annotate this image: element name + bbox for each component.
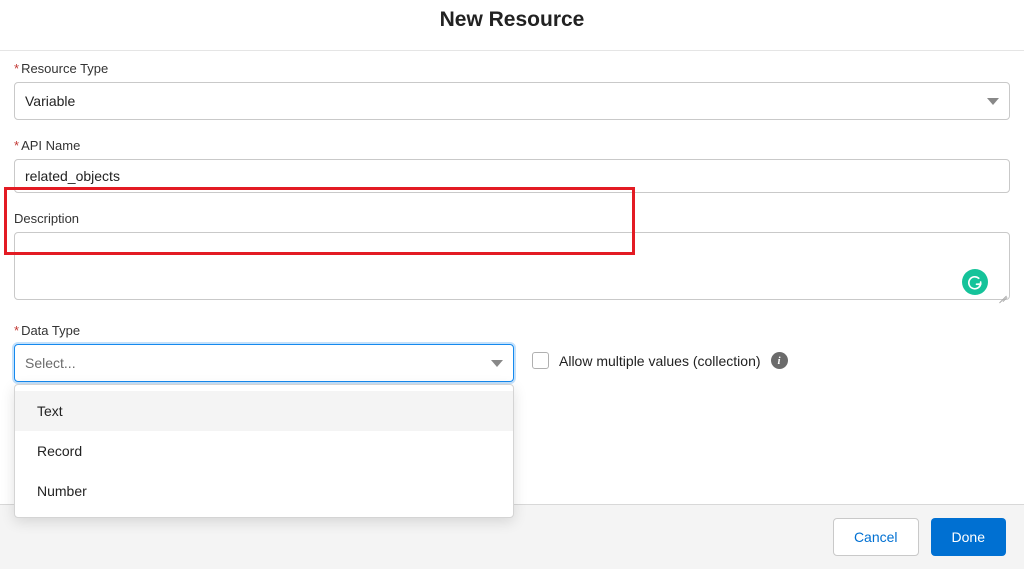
description-label: Description [14,211,1010,226]
dropdown-option-record[interactable]: Record [15,431,513,471]
grammarly-icon[interactable] [962,269,988,295]
data-type-select[interactable]: Select... [14,344,514,382]
form-body: *Resource Type Variable *API Name Descri… [0,51,1024,382]
page-title: New Resource [0,8,1024,32]
done-button[interactable]: Done [931,518,1006,556]
allow-multiple-checkbox[interactable] [532,352,549,369]
description-field: Description [14,211,1010,305]
data-type-field: *Data Type Select... Text Record Number … [14,323,1010,382]
data-type-label: *Data Type [14,323,1010,338]
data-type-placeholder: Select... [25,355,76,371]
api-name-input[interactable] [14,159,1010,193]
api-name-field: *API Name [14,138,1010,193]
resource-type-label: *Resource Type [14,61,1010,76]
dropdown-option-number[interactable]: Number [15,471,513,511]
resource-type-value: Variable [25,93,75,109]
data-type-dropdown: Text Record Number [14,384,514,518]
allow-multiple-group: Allow multiple values (collection) i [532,344,788,369]
cancel-button[interactable]: Cancel [833,518,919,556]
description-input[interactable] [14,232,1010,300]
chevron-down-icon [987,98,999,105]
resource-type-field: *Resource Type Variable [14,61,1010,120]
allow-multiple-label: Allow multiple values (collection) [559,353,761,369]
info-icon[interactable]: i [771,352,788,369]
chevron-down-icon [491,360,503,367]
api-name-label: *API Name [14,138,1010,153]
modal-header: New Resource [0,0,1024,51]
dropdown-option-text[interactable]: Text [15,391,513,431]
resource-type-select[interactable]: Variable [14,82,1010,120]
